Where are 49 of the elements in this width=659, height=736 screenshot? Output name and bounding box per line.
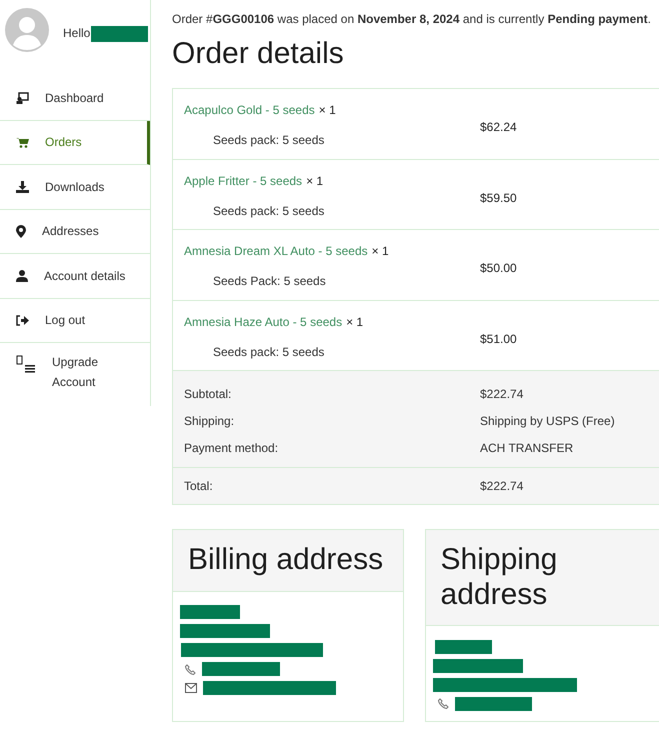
product-link[interactable]: Amnesia Haze Auto - 5 seeds: [184, 314, 342, 328]
item-meta-text: Seeds pack: 5 seeds: [213, 132, 326, 149]
avatar-icon: [5, 8, 49, 52]
sidebar-item[interactable]: Upgrade Account: [0, 343, 150, 403]
user-icon: [16, 270, 28, 282]
product-link[interactable]: Acapulco Gold - 5 seeds: [184, 103, 315, 117]
sidebar-item[interactable]: Dashboard: [0, 76, 150, 120]
download-icon: [16, 180, 29, 193]
total-label: Payment method:: [184, 440, 280, 457]
product-link[interactable]: Amnesia Dream XL Auto - 5 seeds: [184, 244, 368, 258]
redaction-bar: [180, 605, 240, 619]
total-label: Total:: [184, 478, 214, 495]
logout-icon: [16, 314, 29, 326]
quantity-text: × 1: [346, 314, 364, 328]
quantity-text: × 1: [318, 103, 336, 117]
total-value: $222.74: [480, 478, 524, 495]
item-meta-text: Seeds Pack: 5 seeds: [213, 273, 327, 290]
greeting-text: Hello: [63, 26, 90, 40]
device-menu-icon: [16, 355, 36, 373]
sidebar-item[interactable]: Account details: [0, 254, 150, 298]
price-text: $59.50: [480, 190, 517, 206]
total-value: ACH TRANSFER: [480, 440, 574, 457]
total-value: $222.74: [480, 386, 524, 403]
total-label: Subtotal:: [184, 386, 232, 403]
page-heading: Order details: [172, 36, 345, 72]
item-meta-text: Seeds pack: 5 seeds: [213, 344, 326, 360]
dashboard-icon: [16, 92, 29, 104]
item-meta-text: Seeds pack: 5 seeds: [213, 202, 326, 220]
quantity-text: × 1: [372, 244, 389, 258]
map-pin-icon: [16, 224, 26, 238]
cart-icon: [16, 136, 29, 148]
phone-icon: [438, 698, 449, 709]
address-heading: Shipping address: [426, 530, 659, 626]
sidebar-item[interactable]: Downloads: [0, 165, 150, 210]
redaction-bar: [434, 640, 492, 654]
price-text: $50.00: [480, 260, 517, 277]
price-text: $62.24: [480, 119, 517, 136]
total-value: Shipping by USPS (Free): [480, 413, 615, 430]
phone-icon: [185, 664, 196, 674]
product-link[interactable]: Apple Fritter - 5 seeds: [184, 174, 302, 188]
sidebar-item[interactable]: Log out: [0, 298, 150, 343]
address-heading: Billing address: [173, 530, 403, 592]
quantity-text: × 1: [306, 174, 324, 188]
envelope-icon: [185, 683, 197, 693]
sidebar-item[interactable]: Orders: [0, 120, 150, 165]
price-text: $51.00: [480, 330, 517, 348]
order-status-text: Order #GGG00106 was placed on November 8, 2024 and is currently Pending payment.: [172, 11, 652, 28]
total-label: Shipping:: [184, 413, 236, 430]
sidebar-item[interactable]: Addresses: [0, 210, 150, 254]
